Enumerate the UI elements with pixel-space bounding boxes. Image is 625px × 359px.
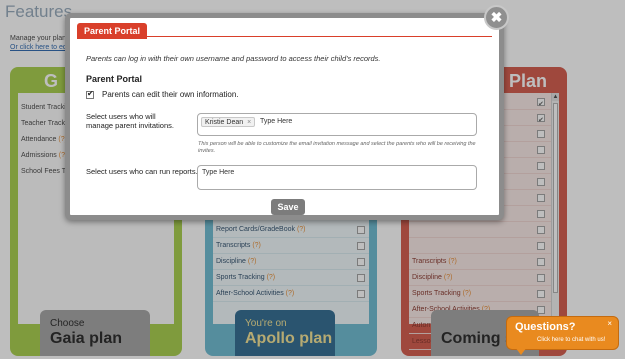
close-icon[interactable]: ✖: [484, 5, 509, 30]
user-token: Kristie Dean ×: [201, 117, 256, 127]
chat-widget[interactable]: Questions? Click here to chat with us! ×: [506, 316, 619, 355]
edit-info-label: Parents can edit their own information.: [102, 90, 239, 99]
parent-portal-modal: Parent Portal Parents can log in with th…: [65, 13, 504, 220]
modal-description: Parents can log in with their own userna…: [86, 54, 381, 63]
invite-input-placeholder[interactable]: Type Here: [260, 118, 292, 125]
report-input-placeholder[interactable]: Type Here: [202, 169, 234, 176]
edit-info-checkbox[interactable]: [86, 89, 94, 99]
modal-tab-divider: [77, 36, 492, 37]
section-title: Parent Portal: [86, 74, 143, 84]
invite-managers-input[interactable]: Kristie Dean × Type Here: [197, 113, 477, 136]
chat-title: Questions?: [515, 321, 576, 333]
user-token-name: Kristie Dean: [205, 119, 244, 126]
chat-subtitle: Click here to chat with us!: [537, 337, 606, 343]
invite-managers-label: Select users who will manage parent invi…: [86, 112, 174, 130]
report-users-label: Select users who can run reports.: [86, 167, 198, 176]
edit-info-option: Parents can edit their own information.: [86, 89, 239, 99]
chat-bubble-tail: [515, 347, 527, 355]
remove-token-icon[interactable]: ×: [247, 119, 251, 126]
chat-close-icon[interactable]: ×: [607, 319, 612, 328]
save-button[interactable]: Save: [271, 199, 305, 215]
invite-hint-text: This person will be able to customize th…: [198, 141, 476, 154]
report-users-input[interactable]: Type Here: [197, 165, 477, 190]
